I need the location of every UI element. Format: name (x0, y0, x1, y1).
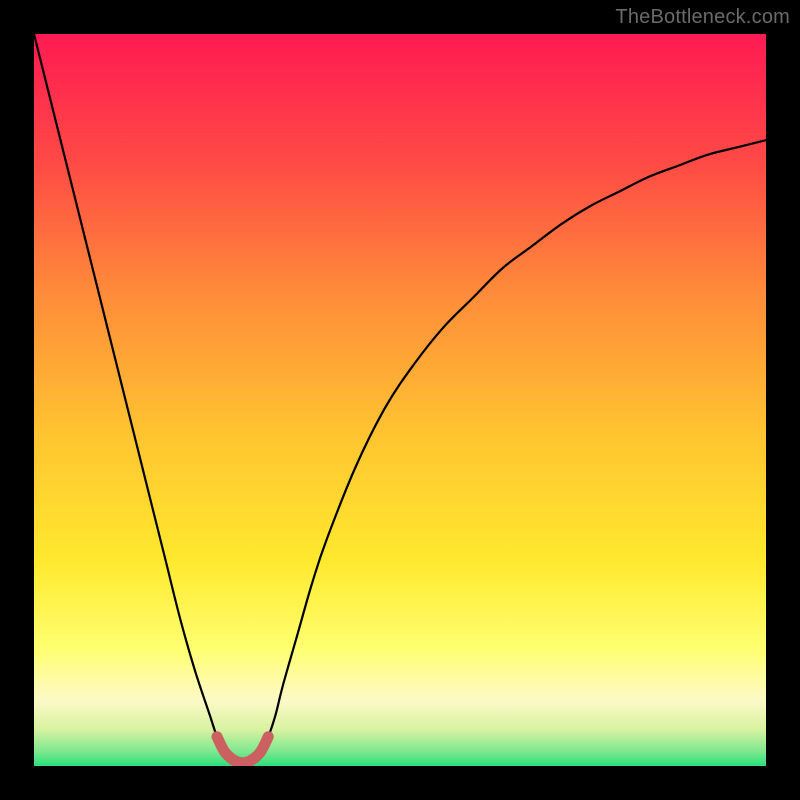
bottleneck-chart (34, 34, 766, 766)
attribution-text: TheBottleneck.com (615, 6, 790, 29)
chart-frame: TheBottleneck.com (0, 0, 800, 800)
gradient-background (34, 34, 766, 766)
